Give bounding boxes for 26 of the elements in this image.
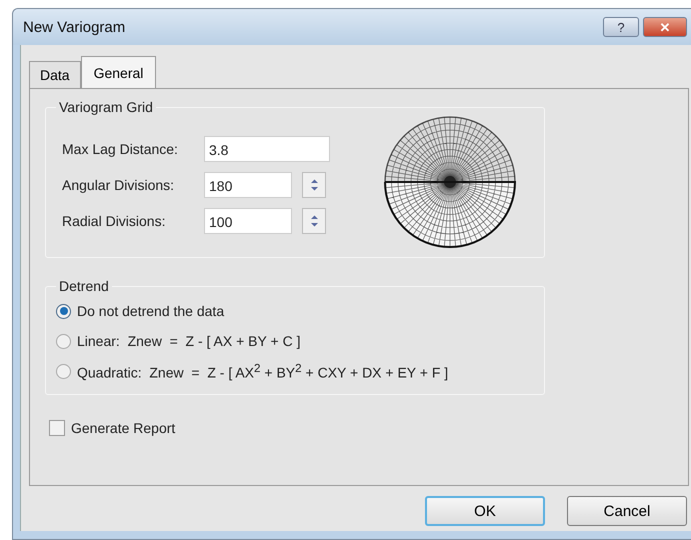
group-title: Variogram Grid: [58, 99, 154, 115]
window-title: New Variogram: [23, 18, 126, 36]
radio-button[interactable]: [56, 334, 71, 348]
option-label: Linear: Znew = Z - [ AX + BY + C ]: [77, 333, 300, 349]
tab[interactable]: Data: [29, 61, 81, 88]
cancel-button[interactable]: Cancel: [567, 496, 687, 526]
checkbox-label: Generate Report: [71, 420, 176, 436]
radio-button[interactable]: [56, 304, 71, 318]
option-label: Do not detrend the data: [77, 303, 224, 319]
input-field[interactable]: 3.8: [204, 136, 330, 162]
group-title: Detrend: [58, 278, 110, 294]
spinner-button[interactable]: [302, 208, 326, 234]
spinner-button[interactable]: [302, 172, 326, 198]
up-down-arrows-icon: [310, 178, 318, 192]
ok-button[interactable]: OK: [425, 496, 545, 526]
input-field[interactable]: 100: [204, 208, 292, 234]
up-down-arrows-icon: [310, 214, 318, 228]
field-label: Radial Divisions:: [61, 213, 166, 229]
field-label: Max Lag Distance:: [61, 141, 179, 157]
tab[interactable]: General: [80, 56, 156, 88]
field-label: Angular Divisions:: [61, 177, 176, 193]
input-field[interactable]: 180: [204, 172, 292, 198]
help-button[interactable]: ?: [603, 17, 639, 37]
option-label: Quadratic: Znew = Z - [ AX$^{2}$ + BY$^{2}$ + CXY + DX + EY + F ]: [77, 362, 448, 380]
checkbox[interactable]: [49, 420, 65, 436]
radio-button[interactable]: [56, 364, 71, 378]
